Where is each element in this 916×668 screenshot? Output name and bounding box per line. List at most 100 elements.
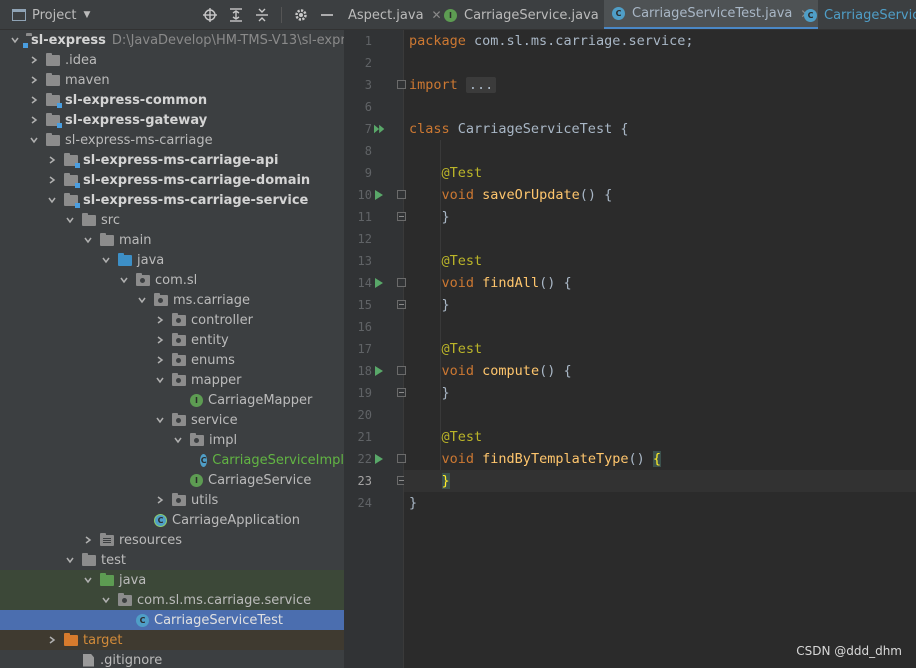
chevron-down-icon[interactable] — [46, 190, 58, 210]
chevron-right-icon[interactable] — [28, 110, 40, 130]
project-view-selector[interactable]: Project ▼ — [12, 6, 90, 24]
chevron-right-icon[interactable] — [28, 90, 40, 110]
code-line[interactable]: void findAll() { — [404, 272, 916, 294]
tree-item[interactable]: sl-express-ms-carriage-service — [0, 190, 344, 210]
editor-tab[interactable]: ICarriageService.java✕ — [436, 0, 625, 29]
tree-item[interactable]: sl-express-ms-carriage-domain — [0, 170, 344, 190]
tree-item[interactable]: src — [0, 210, 344, 230]
locate-icon[interactable] — [201, 6, 219, 24]
run-test-icon[interactable] — [374, 360, 386, 382]
tree-item[interactable]: enums — [0, 350, 344, 370]
code-editor[interactable]: Aspect.java✕ICarriageService.java✕CCarri… — [344, 0, 916, 668]
code-line[interactable]: } — [404, 382, 916, 404]
code-line[interactable]: void findByTemplateType() { — [404, 448, 916, 470]
code-line[interactable]: @Test — [404, 250, 916, 272]
chevron-right-icon[interactable] — [46, 170, 58, 190]
chevron-right-icon[interactable] — [46, 630, 58, 650]
code-line[interactable]: @Test — [404, 338, 916, 360]
chevron-down-icon[interactable] — [154, 410, 166, 430]
chevron-down-icon[interactable] — [136, 290, 148, 310]
tree-item[interactable]: sl-express-common — [0, 90, 344, 110]
chevron-right-icon[interactable] — [28, 50, 40, 70]
tree-item[interactable]: java — [0, 250, 344, 270]
chevron-right-icon[interactable] — [154, 490, 166, 510]
chevron-down-icon[interactable] — [64, 210, 76, 230]
tree-item[interactable]: sl-express D:\JavaDevelop\HM-TMS-V13\sl-e… — [0, 30, 344, 50]
code-line[interactable]: } — [404, 470, 916, 492]
chevron-down-icon[interactable] — [100, 590, 112, 610]
code-line[interactable]: } — [404, 492, 916, 514]
tree-item-label: CarriageServiceImpl — [212, 452, 344, 468]
chevron-down-icon[interactable] — [172, 430, 184, 450]
run-test-icon[interactable] — [374, 448, 386, 470]
tree-item[interactable]: sl-express-gateway — [0, 110, 344, 130]
tree-item[interactable]: com.sl.ms.carriage.service — [0, 590, 344, 610]
collapse-all-icon[interactable] — [253, 6, 271, 24]
tree-item[interactable]: target — [0, 630, 344, 650]
code-line[interactable]: } — [404, 294, 916, 316]
project-tree[interactable]: sl-express D:\JavaDevelop\HM-TMS-V13\sl-e… — [0, 30, 344, 668]
code-line[interactable]: import ... — [404, 74, 916, 96]
chevron-down-icon[interactable] — [28, 130, 40, 150]
tree-item[interactable]: entity — [0, 330, 344, 350]
code-line[interactable] — [404, 228, 916, 250]
chevron-down-icon[interactable] — [154, 370, 166, 390]
chevron-right-icon[interactable] — [154, 310, 166, 330]
tree-item[interactable]: sl-express-ms-carriage-api — [0, 150, 344, 170]
editor-tab[interactable]: C CarriageService — [796, 0, 916, 29]
tree-item[interactable]: controller — [0, 310, 344, 330]
chevron-down-icon[interactable] — [10, 30, 20, 50]
editor-tab[interactable]: Aspect.java ✕ — [344, 0, 450, 29]
code-line[interactable] — [404, 140, 916, 162]
editor-tab[interactable]: CCarriageServiceTest.java✕ — [604, 0, 819, 29]
tree-item[interactable]: utils — [0, 490, 344, 510]
chevron-right-icon[interactable] — [154, 350, 166, 370]
chevron-down-icon[interactable] — [82, 570, 94, 590]
tree-item[interactable]: mapper — [0, 370, 344, 390]
tree-item[interactable]: I CarriageMapper — [0, 390, 344, 410]
code-line[interactable] — [404, 52, 916, 74]
chevron-right-icon[interactable] — [154, 330, 166, 350]
run-test-icon[interactable] — [374, 272, 386, 294]
tree-item[interactable]: I CarriageService — [0, 470, 344, 490]
minimize-icon[interactable] — [318, 6, 336, 24]
chevron-right-icon[interactable] — [82, 530, 94, 550]
code-line[interactable] — [404, 404, 916, 426]
tree-item[interactable]: com.sl — [0, 270, 344, 290]
code-line[interactable]: @Test — [404, 162, 916, 184]
tree-item[interactable]: C CarriageApplication — [0, 510, 344, 530]
tree-item[interactable]: resources — [0, 530, 344, 550]
tree-item[interactable]: C CarriageServiceImpl — [0, 450, 344, 470]
code-line[interactable]: } — [404, 206, 916, 228]
tree-item[interactable]: ms.carriage — [0, 290, 344, 310]
code-line[interactable] — [404, 96, 916, 118]
run-test-icon[interactable] — [374, 184, 386, 206]
chevron-down-icon[interactable] — [64, 550, 76, 570]
run-test-icon[interactable] — [374, 118, 386, 140]
tree-item[interactable]: test — [0, 550, 344, 570]
chevron-down-icon[interactable] — [100, 250, 112, 270]
tree-item[interactable]: service — [0, 410, 344, 430]
gear-icon[interactable] — [292, 6, 310, 24]
code-area[interactable]: package com.sl.ms.carriage.service; impor… — [404, 30, 916, 668]
chevron-right-icon[interactable] — [46, 150, 58, 170]
tree-item[interactable]: .gitignore — [0, 650, 344, 668]
package-icon — [172, 312, 186, 326]
code-line[interactable]: @Test — [404, 426, 916, 448]
chevron-down-icon[interactable] — [118, 270, 130, 290]
code-line[interactable]: void saveOrUpdate() { — [404, 184, 916, 206]
code-line[interactable] — [404, 316, 916, 338]
tree-item[interactable]: maven — [0, 70, 344, 90]
tree-item[interactable]: C CarriageServiceTest — [0, 610, 344, 630]
code-line[interactable]: package com.sl.ms.carriage.service; — [404, 30, 916, 52]
chevron-right-icon[interactable] — [28, 70, 40, 90]
tree-item[interactable]: main — [0, 230, 344, 250]
tree-item[interactable]: .idea — [0, 50, 344, 70]
tree-item[interactable]: impl — [0, 430, 344, 450]
code-line[interactable]: class CarriageServiceTest { — [404, 118, 916, 140]
expand-all-icon[interactable] — [227, 6, 245, 24]
tree-item[interactable]: sl-express-ms-carriage — [0, 130, 344, 150]
code-line[interactable]: void compute() { — [404, 360, 916, 382]
tree-item[interactable]: java — [0, 570, 344, 590]
chevron-down-icon[interactable] — [82, 230, 94, 250]
